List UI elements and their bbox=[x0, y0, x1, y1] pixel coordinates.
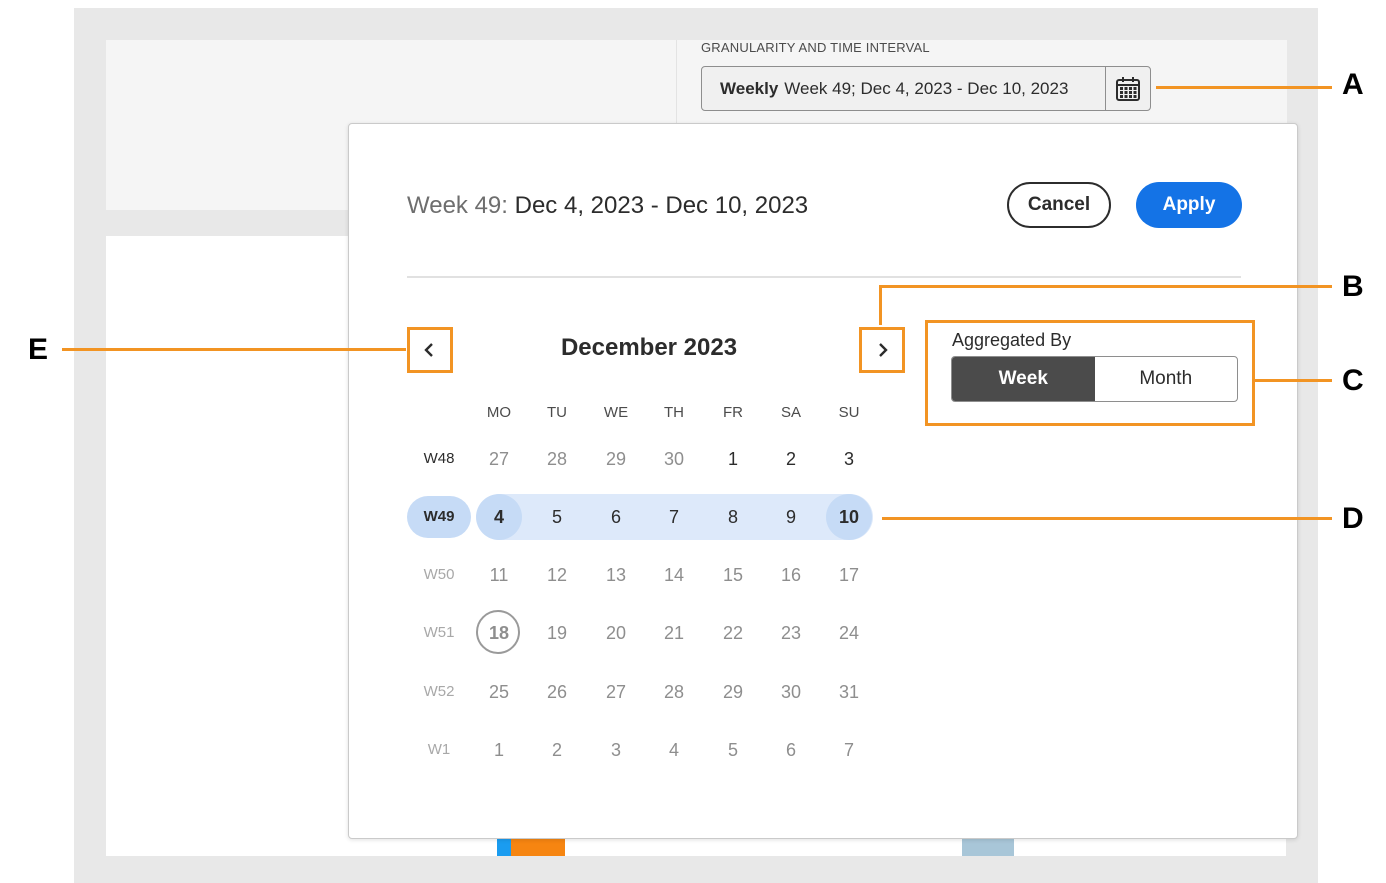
calendar-day[interactable]: 28 bbox=[534, 436, 580, 482]
calendar-day[interactable]: 1 bbox=[710, 436, 756, 482]
calendar-day[interactable]: 16 bbox=[768, 552, 814, 598]
weekday-header: WE bbox=[603, 404, 629, 421]
week-number[interactable]: W1 bbox=[415, 741, 463, 758]
weekday-header: SA bbox=[780, 404, 801, 421]
calendar-icon bbox=[1116, 76, 1140, 101]
divider bbox=[407, 276, 1241, 278]
weekday-header: TU bbox=[547, 404, 567, 421]
week-number[interactable]: W48 bbox=[415, 450, 463, 467]
chart-bar bbox=[497, 838, 511, 856]
cancel-button[interactable]: Cancel bbox=[1007, 182, 1111, 228]
date-picker-popover: Week 49: Dec 4, 2023 - Dec 10, 2023 Canc… bbox=[348, 123, 1298, 839]
callout-d: D bbox=[1342, 502, 1364, 535]
callout-line-e bbox=[62, 348, 406, 351]
aggregated-by-label: Aggregated By bbox=[952, 330, 1072, 350]
weekday-header: SU bbox=[838, 404, 860, 421]
calendar-day[interactable]: 14 bbox=[651, 552, 697, 598]
callout-b: B bbox=[1342, 270, 1364, 303]
calendar-day[interactable]: 11 bbox=[476, 552, 522, 598]
weekday-header: FR bbox=[723, 404, 743, 421]
calendar-day[interactable]: 27 bbox=[476, 436, 522, 482]
calendar-day[interactable]: 23 bbox=[768, 610, 814, 656]
week-number[interactable]: W50 bbox=[415, 566, 463, 583]
calendar-day[interactable]: 5 bbox=[534, 494, 580, 540]
callout-c: C bbox=[1342, 364, 1364, 397]
next-month-button[interactable] bbox=[859, 327, 905, 373]
calendar-day[interactable]: 7 bbox=[651, 494, 697, 540]
calendar-day[interactable]: 30 bbox=[768, 669, 814, 715]
calendar-day[interactable]: 6 bbox=[593, 494, 639, 540]
calendar-day[interactable]: 18 bbox=[476, 610, 522, 656]
granularity-value: Weekly bbox=[720, 78, 779, 98]
calendar-day[interactable]: 30 bbox=[651, 436, 697, 482]
calendar-day[interactable]: 6 bbox=[768, 727, 814, 773]
calendar-day[interactable]: 1 bbox=[476, 727, 522, 773]
calendar-day[interactable]: 4 bbox=[476, 494, 522, 540]
chart-bar bbox=[962, 838, 1014, 856]
week-number[interactable]: W52 bbox=[415, 683, 463, 700]
title-week: Week 49: bbox=[407, 192, 508, 219]
calendar-day[interactable]: 15 bbox=[710, 552, 756, 598]
calendar-day[interactable]: 13 bbox=[593, 552, 639, 598]
calendar-day[interactable]: 24 bbox=[826, 610, 872, 656]
aggregation-toggle: Week Month bbox=[951, 356, 1238, 402]
calendar-day[interactable]: 3 bbox=[593, 727, 639, 773]
calendar-day[interactable]: 25 bbox=[476, 669, 522, 715]
calendar-day[interactable]: 8 bbox=[710, 494, 756, 540]
calendar-day[interactable]: 29 bbox=[593, 436, 639, 482]
calendar-day[interactable]: 17 bbox=[826, 552, 872, 598]
calendar-day[interactable]: 27 bbox=[593, 669, 639, 715]
month-title: December 2023 bbox=[560, 334, 738, 361]
weekday-header: MO bbox=[486, 404, 512, 421]
previous-month-button[interactable] bbox=[407, 327, 453, 373]
week-number[interactable]: W49 bbox=[415, 508, 463, 525]
calendar-day[interactable]: 3 bbox=[826, 436, 872, 482]
callout-line-c bbox=[1254, 379, 1332, 382]
calendar-day[interactable]: 28 bbox=[651, 669, 697, 715]
callout-line-b-vertical bbox=[879, 285, 882, 325]
week-number[interactable]: W51 bbox=[415, 624, 463, 641]
granularity-label: GRANULARITY AND TIME INTERVAL bbox=[701, 40, 930, 55]
calendar-day[interactable]: 5 bbox=[710, 727, 756, 773]
calendar-day[interactable]: 20 bbox=[593, 610, 639, 656]
calendar-day[interactable]: 26 bbox=[534, 669, 580, 715]
callout-line-b bbox=[879, 285, 1332, 288]
chart-bar bbox=[511, 838, 565, 856]
popover-title: Week 49: Dec 4, 2023 - Dec 10, 2023 bbox=[407, 192, 808, 220]
calendar-day[interactable]: 21 bbox=[651, 610, 697, 656]
calendar-day[interactable]: 10 bbox=[826, 494, 872, 540]
date-range-picker[interactable]: Weekly Week 49; Dec 4, 2023 - Dec 10, 202… bbox=[701, 66, 1151, 111]
aggregate-week-option[interactable]: Week bbox=[952, 357, 1095, 401]
chevron-right-icon bbox=[879, 343, 888, 357]
calendar-button[interactable] bbox=[1105, 67, 1150, 110]
calendar-day[interactable]: 2 bbox=[534, 727, 580, 773]
calendar-day[interactable]: 4 bbox=[651, 727, 697, 773]
calendar-day[interactable]: 19 bbox=[534, 610, 580, 656]
calendar-day[interactable]: 7 bbox=[826, 727, 872, 773]
callout-line-d bbox=[882, 517, 1332, 520]
calendar-day[interactable]: 12 bbox=[534, 552, 580, 598]
aggregate-month-option[interactable]: Month bbox=[1095, 357, 1238, 401]
callout-a: A bbox=[1342, 68, 1364, 101]
calendar-day[interactable]: 31 bbox=[826, 669, 872, 715]
weekday-header: TH bbox=[664, 404, 684, 421]
calendar-day[interactable]: 22 bbox=[710, 610, 756, 656]
calendar-day[interactable]: 2 bbox=[768, 436, 814, 482]
callout-line-a bbox=[1156, 86, 1332, 89]
title-range: Dec 4, 2023 - Dec 10, 2023 bbox=[514, 192, 809, 219]
callout-e: E bbox=[28, 333, 49, 366]
apply-button[interactable]: Apply bbox=[1136, 182, 1242, 228]
chevron-left-icon bbox=[424, 343, 433, 357]
date-range-value[interactable]: Weekly Week 49; Dec 4, 2023 - Dec 10, 202… bbox=[702, 79, 1105, 99]
interval-value: Week 49; Dec 4, 2023 - Dec 10, 2023 bbox=[784, 78, 1069, 98]
calendar-day[interactable]: 9 bbox=[768, 494, 814, 540]
calendar-day[interactable]: 29 bbox=[710, 669, 756, 715]
